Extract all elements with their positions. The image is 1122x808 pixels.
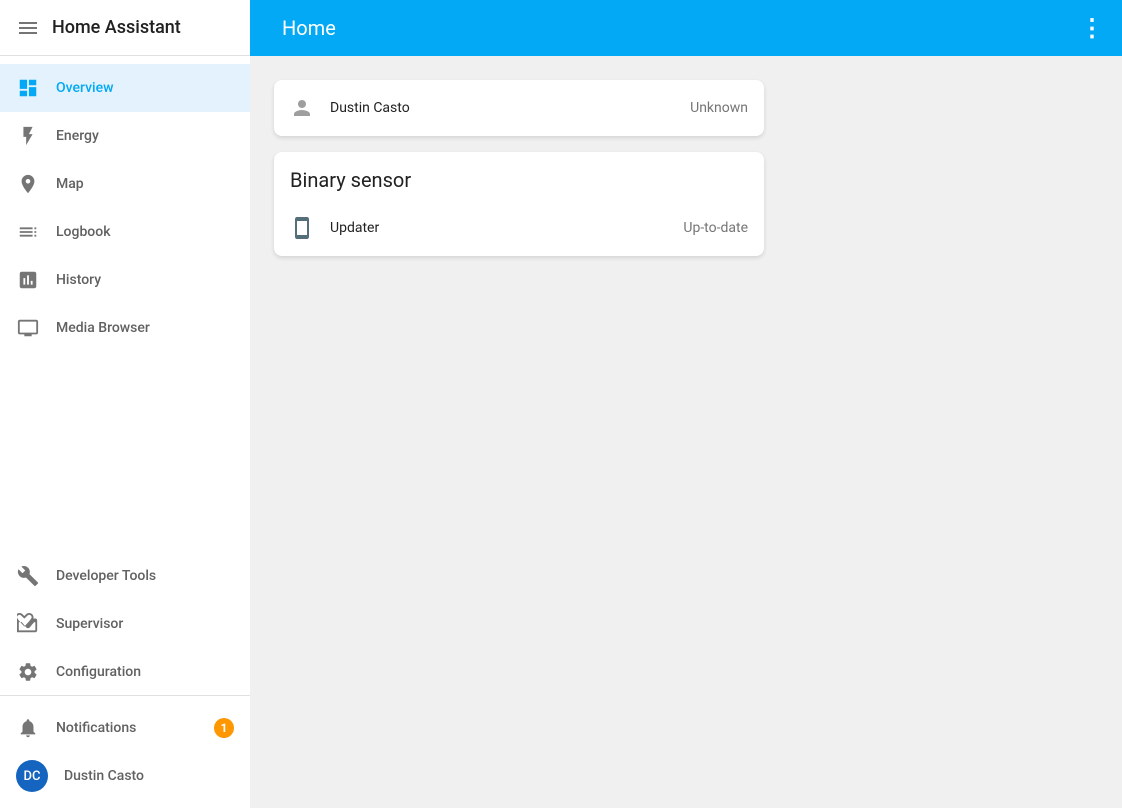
more-options-icon[interactable]: ⋮ (1080, 14, 1106, 42)
notifications-icon (16, 716, 40, 740)
logbook-icon (16, 220, 40, 244)
sidebar-nav: Overview Energy Map (0, 56, 250, 695)
notifications-badge: 1 (214, 718, 234, 738)
topbar: Home ⋮ (250, 0, 1122, 56)
person-icon (290, 96, 314, 120)
page-title: Home (266, 16, 1080, 40)
media-browser-icon (16, 316, 40, 340)
sidebar-app-title: Home Assistant (52, 17, 181, 38)
sidebar-bottom: Notifications 1 DC Dustin Casto (0, 695, 250, 808)
user-avatar: DC (16, 760, 48, 792)
sidebar-item-logbook[interactable]: Logbook (0, 208, 250, 256)
supervisor-icon (16, 612, 40, 636)
person-status: Unknown (690, 100, 748, 116)
sidebar-label-developer-tools: Developer Tools (56, 568, 234, 584)
sidebar-item-notifications[interactable]: Notifications 1 (0, 704, 250, 752)
configuration-icon (16, 660, 40, 684)
main-content: Dustin Casto Unknown Binary sensor Updat… (250, 56, 1122, 808)
sidebar-item-overview[interactable]: Overview (0, 64, 250, 112)
sidebar-label-configuration: Configuration (56, 664, 234, 680)
sidebar-item-map[interactable]: Map (0, 160, 250, 208)
sidebar-item-history[interactable]: History (0, 256, 250, 304)
sidebar-label-overview: Overview (56, 80, 234, 96)
energy-icon (16, 124, 40, 148)
sidebar-item-supervisor[interactable]: Supervisor (0, 600, 250, 648)
sidebar-item-energy[interactable]: Energy (0, 112, 250, 160)
sidebar-header: Home Assistant (0, 0, 250, 56)
sidebar-label-user: Dustin Casto (64, 768, 234, 784)
sidebar-label-notifications: Notifications (56, 720, 198, 736)
updater-name: Updater (330, 220, 667, 236)
sidebar-label-logbook: Logbook (56, 224, 234, 240)
person-card: Dustin Casto Unknown (274, 80, 764, 136)
person-row[interactable]: Dustin Casto Unknown (274, 80, 764, 136)
sidebar-item-configuration[interactable]: Configuration (0, 648, 250, 695)
developer-tools-icon (16, 564, 40, 588)
person-name: Dustin Casto (330, 100, 674, 116)
binary-sensor-title: Binary sensor (274, 152, 764, 200)
updater-icon (290, 216, 314, 240)
sidebar-item-media-browser[interactable]: Media Browser (0, 304, 250, 352)
binary-sensor-card: Binary sensor Updater Up-to-date (274, 152, 764, 256)
updater-row[interactable]: Updater Up-to-date (274, 200, 764, 256)
sidebar-label-history: History (56, 272, 234, 288)
history-icon (16, 268, 40, 292)
overview-icon (16, 76, 40, 100)
sidebar-label-media-browser: Media Browser (56, 320, 234, 336)
map-icon (16, 172, 40, 196)
sidebar-item-developer-tools[interactable]: Developer Tools (0, 552, 250, 600)
sidebar-label-map: Map (56, 176, 234, 192)
sidebar: Home Assistant Overview Energy (0, 0, 250, 808)
sidebar-label-supervisor: Supervisor (56, 616, 234, 632)
menu-icon[interactable] (16, 16, 40, 40)
updater-status: Up-to-date (683, 220, 748, 236)
sidebar-item-user[interactable]: DC Dustin Casto (0, 752, 250, 800)
sidebar-label-energy: Energy (56, 128, 234, 144)
